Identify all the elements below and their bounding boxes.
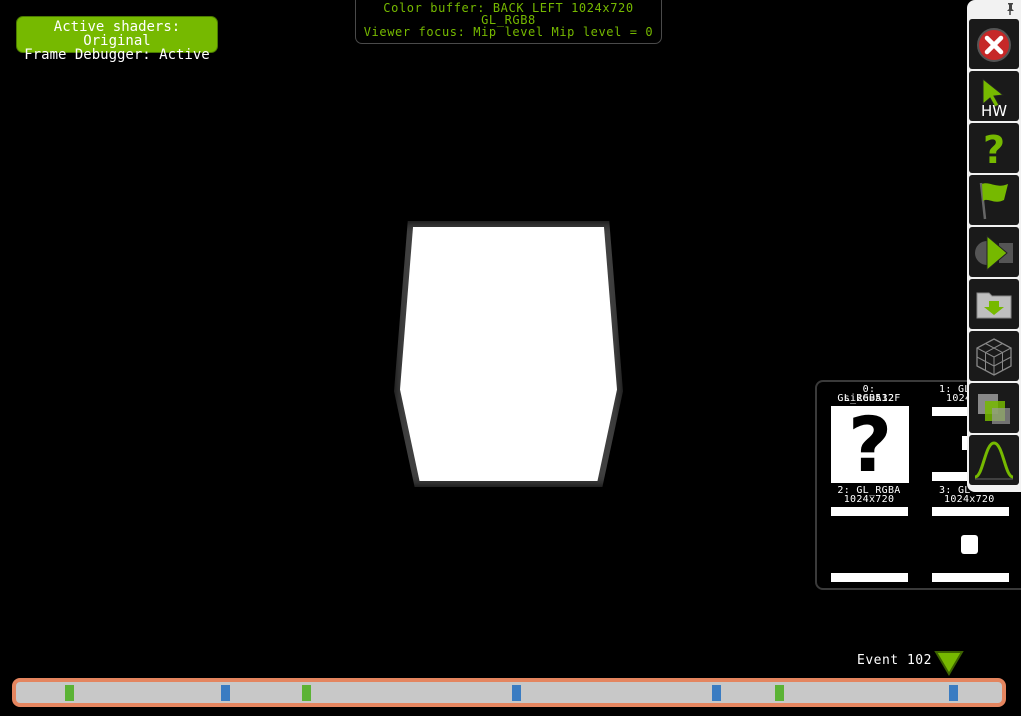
- save-button[interactable]: [969, 279, 1019, 329]
- timeline-tick-green[interactable]: [774, 685, 784, 701]
- curve-icon: [974, 441, 1014, 480]
- shader-status-box: Active shaders: Original Frame Debugger:…: [16, 16, 218, 62]
- texture-3-subtitle: 1024x720: [944, 494, 995, 505]
- overlay-button[interactable]: [969, 383, 1019, 433]
- timeline-tick-green[interactable]: [301, 685, 311, 701]
- wireframe-cube-icon: [976, 338, 1012, 376]
- texture-2-subtitle: 1024x720: [843, 494, 895, 505]
- close-button[interactable]: [969, 19, 1019, 69]
- wireframe-button[interactable]: [969, 331, 1019, 381]
- play-icon: [975, 234, 1013, 272]
- event-marker-icon[interactable]: [934, 650, 964, 676]
- texture-2-bar-top: [831, 507, 908, 516]
- timeline-tick-blue[interactable]: [949, 685, 959, 701]
- pin-icon[interactable]: [1003, 1, 1017, 15]
- timeline-tick-blue[interactable]: [511, 685, 521, 701]
- active-shaders-label: Active shaders: Original: [53, 19, 181, 49]
- overlay-icon: [978, 394, 1010, 424]
- event-timeline[interactable]: [12, 678, 1006, 707]
- timeline-tick-blue[interactable]: [711, 685, 721, 701]
- save-folder-icon: [976, 292, 1012, 319]
- texture-3-bar-top: [932, 507, 1009, 516]
- rendered-object: [400, 227, 617, 481]
- texture-2-bar-bottom: [831, 573, 908, 582]
- hw-cursor-button[interactable]: HW: [969, 71, 1019, 121]
- timeline-tick-blue[interactable]: [220, 685, 230, 701]
- texture-1-bar-top: [932, 407, 970, 416]
- play-button[interactable]: [969, 227, 1019, 277]
- help-icon: ?: [983, 128, 1005, 172]
- texture-1-bar-bottom: [932, 472, 970, 481]
- svg-text:?: ?: [983, 128, 1005, 172]
- flag-icon: [979, 182, 1008, 220]
- help-button[interactable]: ?: [969, 123, 1019, 173]
- hw-label: HW: [980, 102, 1008, 120]
- close-icon: [977, 28, 1011, 62]
- frame-debugger-label: Frame Debugger: Active: [24, 47, 210, 63]
- missing-texture-icon: ?: [831, 406, 909, 483]
- timeline-tick-green[interactable]: [64, 685, 74, 701]
- curve-button[interactable]: [969, 435, 1019, 485]
- flag-button[interactable]: [969, 175, 1019, 225]
- event-label: Event 102: [857, 653, 932, 668]
- texture-3-bar-bottom: [932, 573, 1009, 582]
- viewer-focus-label: Viewer focus: Mip level Mip level = 0: [363, 25, 654, 39]
- texture-3-preview: [961, 535, 978, 554]
- buffer-info-box: Color buffer: BACK LEFT 1024x720 GL_RGB8…: [355, 0, 662, 44]
